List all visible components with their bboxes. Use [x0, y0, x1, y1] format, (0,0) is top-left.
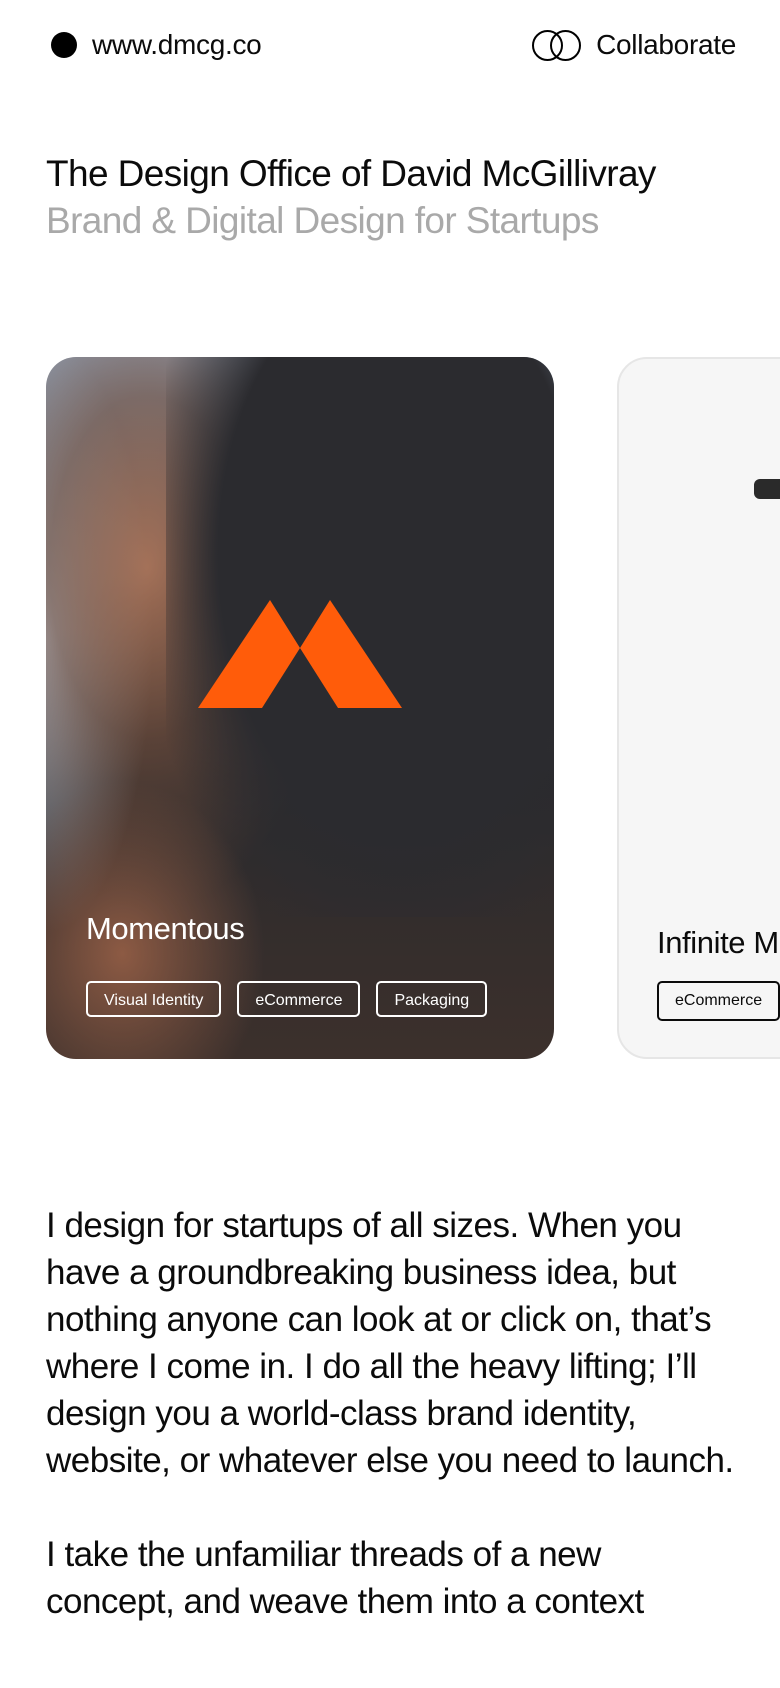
- collaborate-label: Collaborate: [596, 29, 736, 60]
- tag-visual-identity[interactable]: Visual Identity: [86, 981, 222, 1017]
- hero: The Design Office of David McGillivray B…: [46, 150, 746, 244]
- intro-text: I design for startups of all sizes. When…: [46, 1202, 736, 1672]
- project-title: Momentous: [86, 911, 245, 946]
- project-card-infinite[interactable]: Infinite Ma eCommerce: [617, 357, 780, 1059]
- product-image: [754, 479, 780, 499]
- project-title: Infinite Ma: [657, 925, 780, 960]
- project-carousel[interactable]: Momentous Visual Identity eCommerce Pack…: [0, 357, 780, 1061]
- page: www.dmcg.co Collaborate The Design Offic…: [0, 0, 780, 1688]
- project-card-momentous[interactable]: Momentous Visual Identity eCommerce Pack…: [46, 357, 554, 1059]
- project-tags: eCommerce: [657, 981, 780, 1021]
- collaborate-link[interactable]: Collaborate: [532, 24, 736, 66]
- tag-packaging[interactable]: Packaging: [376, 981, 488, 1017]
- intro-paragraph: I design for startups of all sizes. When…: [46, 1206, 734, 1480]
- interlocking-rings-icon: [532, 29, 582, 61]
- site-label: www.dmcg.co: [92, 29, 262, 60]
- site-header: www.dmcg.co Collaborate: [0, 24, 780, 66]
- intro-paragraph: I take the unfamiliar threads of a new c…: [46, 1535, 644, 1621]
- project-tags: Visual Identity eCommerce Packaging: [86, 981, 488, 1017]
- site-link[interactable]: www.dmcg.co: [51, 24, 262, 66]
- momentous-logo-mark-icon: [198, 600, 402, 708]
- page-title: The Design Office of David McGillivray: [46, 153, 656, 194]
- page-subtitle: Brand & Digital Design for Startups: [46, 200, 599, 241]
- dot-icon: [51, 32, 77, 58]
- tag-ecommerce[interactable]: eCommerce: [657, 981, 780, 1021]
- tag-ecommerce[interactable]: eCommerce: [237, 981, 361, 1017]
